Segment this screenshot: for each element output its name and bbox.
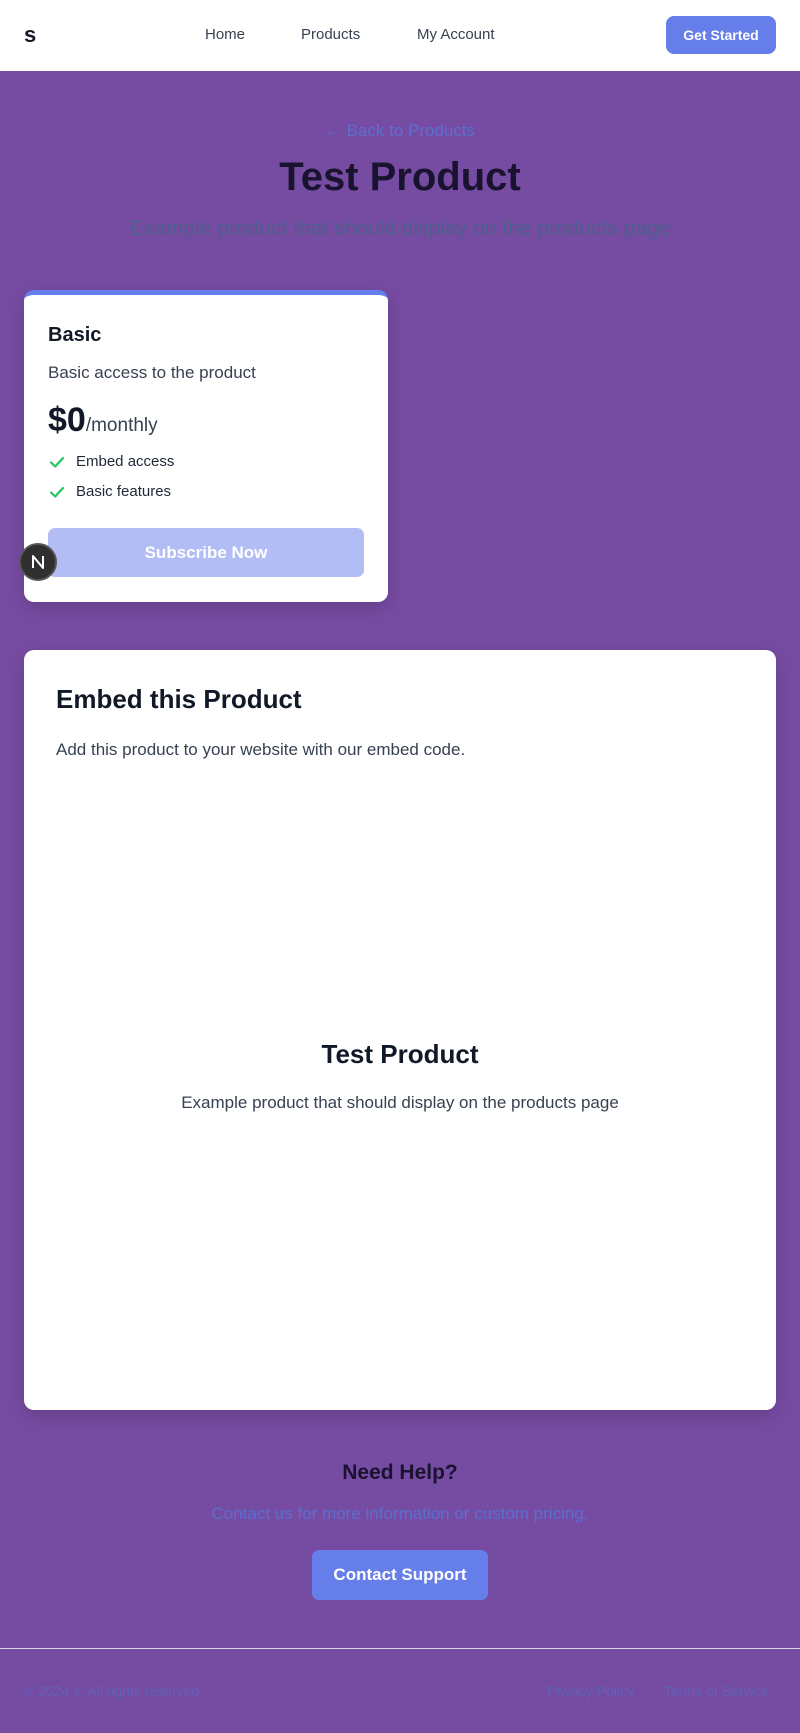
footer-link-privacy-policy[interactable]: Privacy Policy — [547, 1682, 634, 1700]
help-title: Need Help? — [342, 1461, 458, 1484]
subscribe-now-button[interactable]: Subscribe Now — [48, 528, 364, 577]
plan-feature-label: Embed access — [76, 453, 175, 470]
embed-preview-title: Test Product — [321, 1039, 479, 1069]
plan-price: $0 — [48, 401, 86, 439]
plan-feature-label: Basic features — [76, 483, 172, 500]
page-title: Test Product — [279, 155, 521, 199]
pricing-card-basic: Basic Basic access to the product $0/mon… — [24, 290, 388, 602]
footer-copyright: © 2024 s. All rights reserved. — [24, 1683, 204, 1699]
embed-preview-description: Example product that should display on t… — [181, 1093, 619, 1112]
n-logo-glyph-icon — [32, 555, 44, 569]
plan-name: Basic — [48, 324, 102, 346]
help-description: Contact us for more information or custo… — [211, 1504, 589, 1523]
plan-feature: Embed access — [48, 453, 174, 471]
top-navbar: s Home Products My Account Get Started — [0, 0, 800, 71]
n-logo-icon[interactable] — [19, 543, 57, 581]
footer-link-terms-of-service[interactable]: Terms of Service — [664, 1682, 768, 1700]
nav-link-my-account[interactable]: My Account — [417, 26, 495, 44]
plan-feature: Basic features — [48, 483, 171, 501]
get-started-button[interactable]: Get Started — [666, 16, 776, 54]
site-logo[interactable]: s — [24, 22, 36, 48]
check-icon — [49, 456, 65, 468]
plan-description: Basic access to the product — [48, 363, 256, 382]
nav-link-home[interactable]: Home — [205, 26, 245, 44]
embed-section: Embed this Product Add this product to y… — [24, 650, 776, 1410]
contact-support-button[interactable]: Contact Support — [312, 1550, 488, 1600]
back-to-products-link[interactable]: ← Back to Products — [0, 120, 800, 142]
nav-link-products[interactable]: Products — [301, 26, 360, 44]
check-icon — [49, 486, 65, 498]
embed-title: Embed this Product — [56, 684, 302, 714]
page-subtitle: Example product that should display on t… — [129, 217, 671, 240]
plan-period: /monthly — [85, 415, 158, 436]
footer-divider — [0, 1648, 800, 1649]
plan-price-row: $0/monthly — [48, 400, 158, 440]
embed-description: Add this product to your website with ou… — [56, 740, 466, 759]
